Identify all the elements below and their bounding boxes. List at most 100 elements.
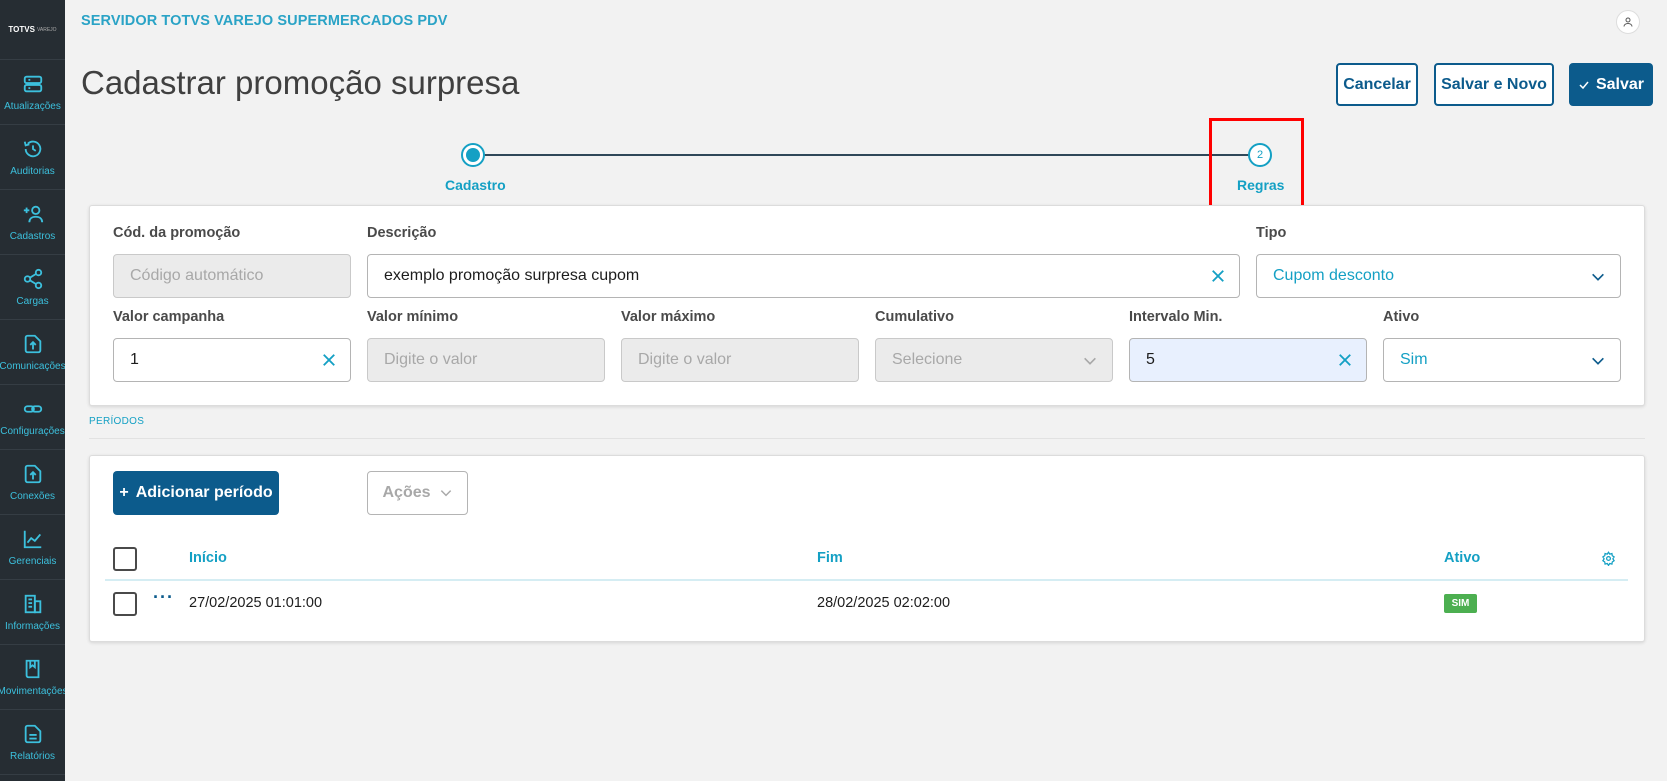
- periodos-section-label: PERÍODOS: [89, 416, 145, 427]
- tipo-value: Cupom desconto: [1273, 267, 1394, 284]
- sidebar-item-label: Auditorias: [10, 165, 55, 177]
- descricao-input[interactable]: exemplo promoção surpresa cupom: [367, 254, 1240, 298]
- step-cadastro-indicator[interactable]: [461, 143, 485, 167]
- sidebar-item-gerenciais[interactable]: Gerenciais: [0, 515, 65, 580]
- sidebar-item-label: Relatórios: [9, 750, 56, 762]
- save-button[interactable]: Salvar: [1569, 63, 1653, 106]
- link-icon: [23, 404, 42, 413]
- valor-maximo-input: Digite o valor: [621, 338, 859, 382]
- sidebar-item-informacoes[interactable]: Informações: [0, 580, 65, 645]
- upload-file-icon: [24, 464, 41, 483]
- codigo-field: Código automático: [113, 254, 351, 298]
- valor-minimo-label: Valor mínimo: [367, 309, 459, 325]
- actions-dropdown-button[interactable]: Ações: [367, 471, 468, 515]
- clear-icon[interactable]: [320, 351, 338, 369]
- logo-text: TOTVS: [8, 25, 35, 34]
- user-profile-button[interactable]: [1616, 10, 1640, 34]
- step-active-dot: [466, 148, 480, 162]
- chevron-down-icon: [1592, 273, 1604, 281]
- stepper-line: [474, 154, 1262, 156]
- column-header-fim[interactable]: Fim: [817, 550, 843, 566]
- save-and-new-button[interactable]: Salvar e Novo: [1434, 63, 1554, 106]
- totvs-logo: TOTVS VAREJO: [0, 0, 65, 60]
- ativo-value: Sim: [1400, 351, 1428, 368]
- intervalo-min-value: 5: [1146, 351, 1155, 368]
- building-icon: [24, 594, 41, 613]
- select-all-checkbox[interactable]: [113, 547, 137, 571]
- highlight-box: [1209, 118, 1304, 210]
- page-title: Cadastrar promoção surpresa: [81, 64, 520, 101]
- intervalo-min-input[interactable]: 5: [1129, 338, 1367, 382]
- sidebar-item-relatorios[interactable]: Relatórios: [0, 710, 65, 775]
- sidebar-item-configuracoes[interactable]: Configurações: [0, 385, 65, 450]
- sidebar-item-label: Conexões: [9, 490, 56, 502]
- cumulativo-label: Cumulativo: [875, 309, 954, 325]
- document-icon: [24, 724, 41, 743]
- chevron-down-icon: [1084, 357, 1096, 365]
- add-user-icon: [23, 205, 43, 222]
- clear-icon[interactable]: [1336, 351, 1354, 369]
- clear-icon[interactable]: [1209, 267, 1227, 285]
- chevron-down-icon: [1592, 357, 1604, 365]
- valor-campanha-input[interactable]: 1: [113, 338, 351, 382]
- cumulativo-placeholder: Selecione: [892, 351, 963, 368]
- ativo-select[interactable]: Sim: [1383, 338, 1621, 382]
- sidebar-item-label: Movimentações: [0, 685, 65, 697]
- tipo-label: Tipo: [1256, 225, 1287, 241]
- sidebar-item-label: Configurações: [0, 425, 65, 437]
- sidebar-item-label: Comunicações: [0, 360, 65, 372]
- row-checkbox[interactable]: [113, 592, 137, 616]
- sidebar-item-label: Cadastros: [9, 230, 56, 242]
- valor-minimo-placeholder: Digite o valor: [384, 351, 478, 368]
- actions-label: Ações: [382, 484, 431, 501]
- add-period-label: Adicionar período: [135, 484, 273, 501]
- status-badge: SIM: [1444, 594, 1477, 613]
- descricao-label: Descrição: [367, 225, 437, 241]
- valor-minimo-input: Digite o valor: [367, 338, 605, 382]
- sidebar-item-auditorias[interactable]: Auditorias: [0, 125, 65, 190]
- step-cadastro-label[interactable]: Cadastro: [445, 177, 506, 193]
- sidebar-item-movimentacoes[interactable]: Movimentações: [0, 645, 65, 710]
- cumulativo-select: Selecione: [875, 338, 1113, 382]
- sidebar-item-atualizacoes[interactable]: Atualizações: [0, 60, 65, 125]
- app-title: SERVIDOR TOTVS VAREJO SUPERMERCADOS PDV: [81, 13, 448, 29]
- plus-icon: +: [119, 484, 129, 501]
- share-icon: [23, 268, 42, 289]
- chart-icon: [23, 530, 41, 548]
- codigo-placeholder: Código automático: [130, 267, 264, 284]
- upload-file-icon: [24, 334, 41, 353]
- table-header-row: [105, 537, 1628, 581]
- intervalo-min-label: Intervalo Min.: [1129, 309, 1223, 325]
- chevron-down-icon: [440, 490, 451, 497]
- descricao-value: exemplo promoção surpresa cupom: [384, 267, 640, 284]
- cell-inicio: 27/02/2025 01:01:00: [189, 595, 323, 611]
- server-icon: [23, 75, 42, 92]
- tipo-select[interactable]: Cupom desconto: [1256, 254, 1621, 298]
- sidebar-item-conexoes[interactable]: Conexões: [0, 450, 65, 515]
- user-icon: [1623, 17, 1633, 27]
- column-header-ativo[interactable]: Ativo: [1444, 550, 1480, 566]
- history-icon: [23, 140, 41, 157]
- row-more-options-icon[interactable]: ···: [153, 587, 174, 608]
- sidebar-item-label: Informações: [4, 620, 61, 632]
- sidebar-item-cargas[interactable]: Cargas: [0, 255, 65, 320]
- cancel-button[interactable]: Cancelar: [1336, 63, 1418, 106]
- sidebar-item-comunicacoes[interactable]: Comunicações: [0, 320, 65, 385]
- check-icon: [1579, 81, 1589, 89]
- cell-fim: 28/02/2025 02:02:00: [817, 595, 951, 611]
- sidebar-item-label: Gerenciais: [8, 555, 57, 567]
- sidebar-item-label: Atualizações: [4, 100, 61, 112]
- settings-gear-icon[interactable]: [1601, 551, 1616, 566]
- book-icon: [25, 659, 39, 678]
- add-period-button[interactable]: + Adicionar período: [113, 471, 279, 515]
- valor-campanha-value: 1: [130, 351, 139, 368]
- sidebar: TOTVS VAREJO Atualizações Auditorias Cad…: [0, 0, 65, 781]
- valor-maximo-placeholder: Digite o valor: [638, 351, 732, 368]
- sidebar-item-label: Cargas: [16, 295, 49, 307]
- column-header-inicio[interactable]: Início: [189, 550, 227, 566]
- valor-campanha-label: Valor campanha: [113, 309, 225, 325]
- logo-sub: VAREJO: [36, 26, 57, 33]
- divider: [89, 438, 1645, 439]
- sidebar-item-cadastros[interactable]: Cadastros: [0, 190, 65, 255]
- save-button-label: Salvar: [1595, 75, 1645, 93]
